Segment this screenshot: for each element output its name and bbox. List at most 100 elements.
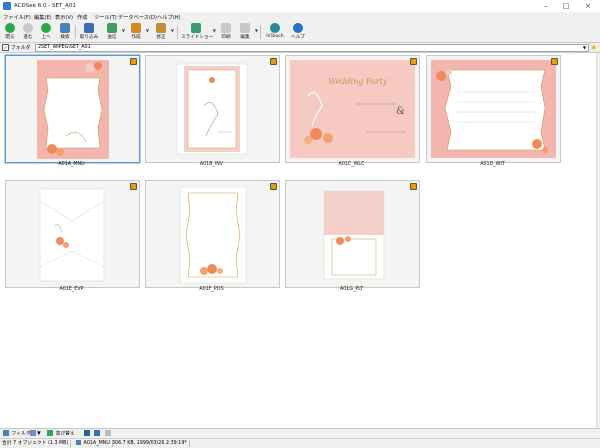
image-badge-icon — [270, 183, 277, 190]
thumbnail-a01d[interactable] — [426, 55, 561, 163]
thumbnail-caption: A01C_WLC — [338, 162, 365, 167]
image-badge-icon — [130, 183, 137, 190]
address-bar: ✓ フォルダ 2SET_WIPEG\SET_A01 ▼ ★ — [0, 43, 600, 53]
menu-create[interactable]: 作成 — [77, 14, 87, 21]
status-selected: A01A_MNU — [74, 440, 113, 447]
thumbnail-a01a[interactable] — [5, 55, 140, 163]
thumbnail-caption: A01G_PLT — [339, 287, 364, 292]
view-toolbar: フィルタ ▼ 並び替え — [0, 428, 600, 438]
thumbnail-caption: A01B_INV — [199, 162, 224, 167]
thumbnail-a01f[interactable] — [145, 180, 280, 288]
image-badge-icon — [551, 58, 558, 65]
witness-preview — [431, 60, 556, 158]
close-button[interactable]: × — [578, 0, 598, 12]
menu-tools[interactable]: ツール(T) — [94, 14, 117, 21]
intouch-button[interactable]: InTouch — [264, 23, 286, 41]
filter-button[interactable]: フィルタ — [3, 430, 31, 438]
thumbnail-a01c[interactable]: Wedding Party & — [285, 55, 420, 163]
file-icon — [76, 440, 81, 445]
thumbnail-a01g[interactable] — [285, 180, 420, 288]
folder-toggle[interactable]: ✓ フォルダ — [2, 44, 31, 51]
search-button[interactable]: 検索 — [57, 23, 73, 41]
import-button[interactable]: 取り込み — [78, 23, 100, 41]
chevron-down-icon[interactable]: ▼ — [122, 28, 125, 33]
menu-bar: ファイル(F) 編集(E) 表示(V) 作成 ツール(T) データベース(D) … — [0, 12, 600, 22]
chevron-down-icon[interactable]: ▼ — [171, 28, 174, 33]
welcome-preview: Wedding Party & — [290, 60, 415, 158]
menu-file[interactable]: ファイル(F) — [3, 14, 31, 21]
print-button[interactable]: 印刷 — [218, 23, 234, 41]
thumbnail-a01e[interactable] — [5, 180, 140, 288]
thumbnail-pane: A01A_MNU A01B_INV Wedding Party & A01C_W… — [0, 53, 596, 428]
select-all-icon — [84, 430, 90, 436]
send-icon — [107, 23, 117, 33]
view-mode-icon — [30, 430, 36, 436]
help-icon — [293, 23, 303, 33]
toolbar-separator — [177, 25, 178, 39]
back-button[interactable]: 閉る — [2, 23, 18, 41]
favorites-star-icon[interactable]: ★ — [590, 43, 597, 52]
menu-view[interactable]: 表示(V) — [55, 14, 73, 21]
up-button[interactable]: 上へ — [38, 23, 54, 41]
status-total: 合計 7 オブジェクト (1.3 MB) — [0, 440, 72, 447]
select-all-button[interactable] — [84, 430, 91, 438]
thumbnail-caption: A01F_POS — [199, 287, 224, 292]
print-icon — [221, 23, 231, 33]
image-badge-icon — [410, 58, 417, 65]
image-badge-icon — [410, 183, 417, 190]
path-text: 2SET_WIPEG\SET_A01 — [38, 45, 91, 50]
vertical-scrollbar[interactable] — [596, 53, 600, 428]
poster-preview — [179, 186, 247, 284]
create-icon — [131, 23, 141, 33]
image-badge-icon — [130, 58, 137, 65]
menu-edit[interactable]: 編集(E) — [34, 14, 52, 21]
maximize-button[interactable]: □ — [556, 0, 576, 12]
menu-help[interactable]: ヘルプ(H) — [157, 14, 181, 21]
properties-icon — [105, 430, 111, 436]
path-field[interactable]: 2SET_WIPEG\SET_A01 ▼ — [35, 44, 589, 52]
chevron-down-icon[interactable]: ▼ — [146, 28, 149, 33]
photo-edit-button[interactable]: 編集 ▼ — [237, 23, 258, 41]
filter-icon — [3, 430, 9, 436]
up-icon — [41, 23, 51, 33]
status-info: 306.7 KB, 1999/03/26 2:39:19* — [110, 440, 190, 447]
app-icon — [3, 2, 11, 10]
envelope-preview — [39, 188, 105, 282]
checkbox-icon: ✓ — [2, 44, 9, 51]
chevron-down-icon[interactable]: ▼ — [213, 28, 216, 33]
help-button[interactable]: ヘルプ — [290, 23, 306, 41]
slideshow-button[interactable]: スライドショー ▼ — [181, 23, 216, 41]
invitation-preview — [176, 63, 248, 155]
forward-button[interactable]: 進む — [20, 23, 36, 41]
chevron-down-icon[interactable]: ▼ — [255, 28, 258, 33]
menu-database[interactable]: データベース(D) — [118, 14, 157, 21]
search-icon — [60, 23, 70, 33]
image-badge-icon — [270, 58, 277, 65]
select-none-button[interactable] — [94, 430, 101, 438]
slideshow-icon — [191, 23, 201, 33]
create-button[interactable]: 作成 ▼ — [128, 23, 149, 41]
thumbnail-caption: A01E_EVP — [59, 287, 84, 292]
properties-button[interactable] — [105, 430, 112, 438]
toolbar-separator — [260, 25, 261, 39]
edit-button[interactable]: 修正 ▼ — [153, 23, 174, 41]
sort-icon — [47, 430, 53, 436]
import-icon — [84, 23, 94, 33]
sort-button[interactable]: 並び替え — [47, 430, 75, 438]
photo-edit-icon — [240, 23, 250, 33]
edit-icon — [156, 23, 166, 33]
back-icon — [5, 23, 15, 33]
minimize-button[interactable]: – — [536, 0, 556, 12]
thumbnail-caption: A01D_WIT — [480, 162, 505, 167]
toolbar-separator — [75, 25, 76, 39]
place-card-preview — [323, 190, 385, 280]
toolbar: 閉る 進む 上へ 検索 取り込み 送信 ▼ 作成 ▼ 修正 ▼ スライドショー … — [0, 22, 600, 43]
select-none-icon — [94, 430, 100, 436]
thumbnail-caption: A01A_MNU — [58, 162, 85, 167]
chevron-down-icon[interactable]: ▼ — [583, 45, 586, 51]
send-button[interactable]: 送信 ▼ — [104, 23, 125, 41]
intouch-icon — [270, 23, 280, 33]
window-title: ACDSee 6.0 - SET_A01 — [14, 3, 76, 9]
thumbnail-a01b[interactable] — [145, 55, 280, 163]
view-mode-button[interactable]: ▼ — [30, 430, 41, 438]
